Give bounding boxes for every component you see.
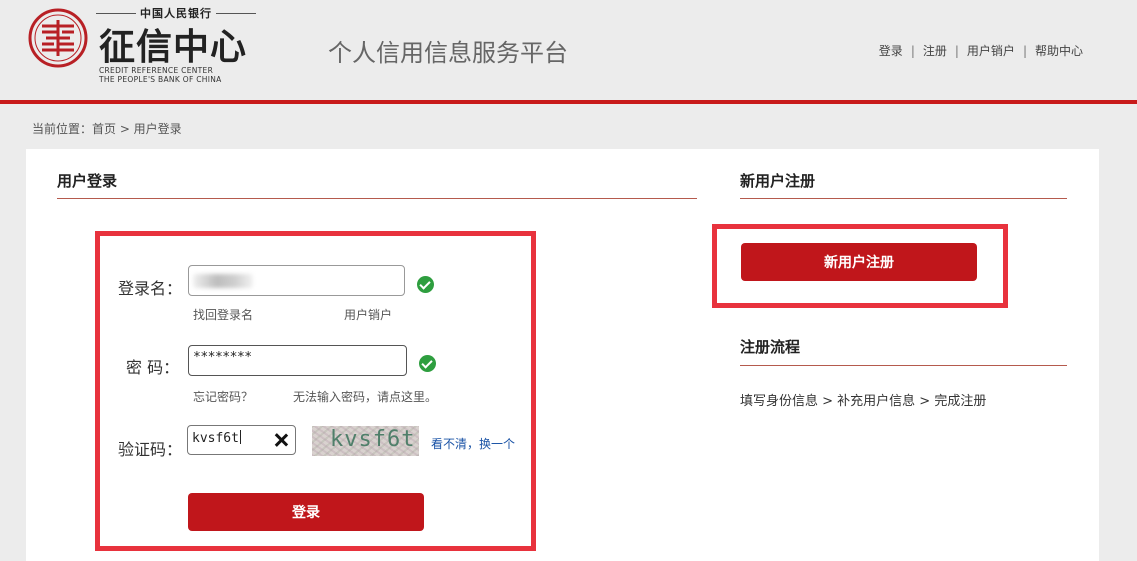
nav-separator: | <box>1022 43 1027 58</box>
register-section-rule <box>740 198 1067 199</box>
logo-english-line2: THE PEOPLE'S BANK OF CHINA <box>99 75 222 84</box>
nav-login-link[interactable]: 登录 <box>879 42 903 59</box>
credit-center-seal-icon <box>28 8 88 68</box>
password-valid-check-icon <box>419 355 436 372</box>
site-header: 中国人民银行 征信中心 CREDIT REFERENCE CENTER THE … <box>0 0 1137 100</box>
password-label: 密 码： <box>126 358 180 377</box>
cancel-account-link[interactable]: 用户销户 <box>344 306 392 323</box>
nav-separator: | <box>954 43 959 58</box>
username-valid-check-icon <box>417 276 434 293</box>
platform-title: 个人信用信息服务平台 <box>328 39 568 67</box>
new-user-register-button[interactable]: 新用户注册 <box>741 243 977 281</box>
logo-main-text: 征信中心 <box>99 26 248 68</box>
forgot-password-link[interactable]: 忘记密码？ <box>193 388 253 405</box>
password-input[interactable]: ******** <box>188 345 407 376</box>
breadcrumb: 当前位置：首页 > 用户登录 <box>32 122 182 136</box>
captcha-image-text: kvsf6t <box>330 427 416 452</box>
nav-cancel-account-link[interactable]: 用户销户 <box>967 42 1015 59</box>
text-caret <box>239 430 241 444</box>
captcha-label: 验证码： <box>118 440 183 459</box>
clear-input-icon[interactable] <box>273 432 289 448</box>
login-section-title: 用户登录 <box>57 172 118 190</box>
captcha-image[interactable]: kvsf6t <box>312 426 419 456</box>
register-flow-rule <box>740 365 1067 366</box>
logo-english-line1: CREDIT REFERENCE CENTER <box>99 66 214 75</box>
username-label: 登录名： <box>118 279 183 298</box>
nav-register-link[interactable]: 注册 <box>923 42 947 59</box>
captcha-input-value: kvsf6t <box>192 431 239 446</box>
refresh-captcha-link[interactable]: 看不清，换一个 <box>431 435 515 452</box>
register-section-title: 新用户注册 <box>740 172 816 190</box>
nav-help-link[interactable]: 帮助中心 <box>1035 42 1083 59</box>
login-section-rule <box>57 198 697 199</box>
register-flow-title: 注册流程 <box>740 338 801 356</box>
header-divider <box>0 100 1137 104</box>
login-submit-button[interactable]: 登录 <box>188 493 424 531</box>
find-username-link[interactable]: 找回登录名 <box>193 306 253 323</box>
top-nav: 登录 | 注册 | 用户销户 | 帮助中心 <box>879 42 1083 59</box>
cannot-input-password-link[interactable]: 无法输入密码，请点这里。 <box>293 388 437 405</box>
nav-separator: | <box>910 43 915 58</box>
username-input[interactable] <box>188 265 405 296</box>
register-flow-steps: 填写身份信息 > 补充用户信息 > 完成注册 <box>740 394 987 409</box>
username-blurred-value <box>193 274 253 288</box>
